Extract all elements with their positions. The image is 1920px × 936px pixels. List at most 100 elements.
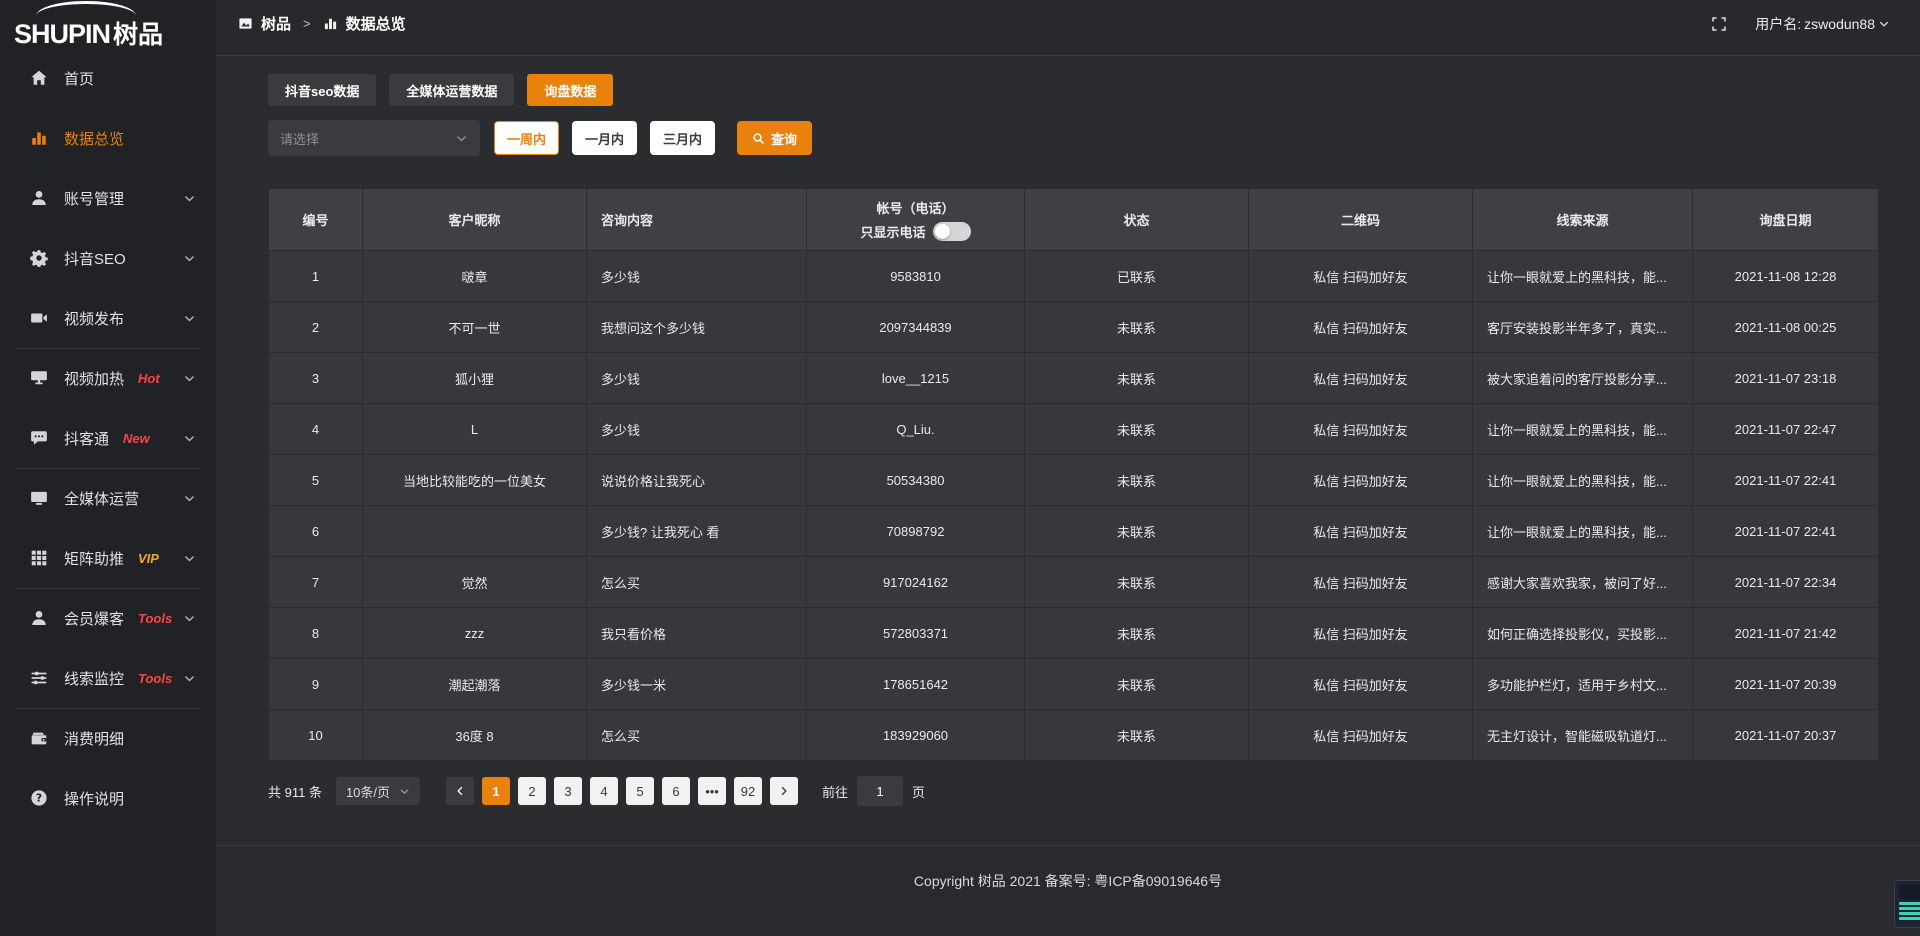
page-button-5[interactable]: 5 xyxy=(626,777,654,805)
search-button[interactable]: 查询 xyxy=(737,121,812,155)
app-root: SHUPIN 树品 首页数据总览账号管理抖音SEO视频发布视频加热Hot抖客通N… xyxy=(0,0,1920,936)
cell-content: 怎么买 xyxy=(587,710,807,761)
chevron-down-icon xyxy=(183,612,196,625)
page-button-92[interactable]: 92 xyxy=(734,777,762,805)
cell-qr-link[interactable]: 私信 扫码加好友 xyxy=(1249,659,1473,710)
cell-qr-link[interactable]: 私信 扫码加好友 xyxy=(1249,251,1473,302)
corner-widget[interactable] xyxy=(1894,880,1920,928)
cell-account: love__1215 xyxy=(807,353,1025,404)
cell-status: 未联系 xyxy=(1025,659,1249,710)
tab-media-ops-data[interactable]: 全媒体运营数据 xyxy=(389,74,514,106)
sidebar-item-label: 视频加热 xyxy=(64,368,124,389)
cell-content: 怎么买 xyxy=(587,557,807,608)
cell-source-link[interactable]: 让你一眼就爱上的黑科技，能... xyxy=(1473,455,1693,506)
sidebar-item-media-ops[interactable]: 全媒体运营 xyxy=(0,468,216,528)
cell-source-link[interactable]: 让你一眼就爱上的黑科技，能... xyxy=(1473,251,1693,302)
cell-content: 说说价格让我死心 xyxy=(587,455,807,506)
table-row: 5当地比较能吃的一位美女说说价格让我死心50534380未联系私信 扫码加好友让… xyxy=(269,455,1879,506)
range-button-month[interactable]: 一月内 xyxy=(572,121,637,155)
fullscreen-icon[interactable] xyxy=(1711,16,1727,32)
sidebar-item-matrix-boost[interactable]: 矩阵助推VIP xyxy=(0,528,216,588)
cell-source-link[interactable]: 无主灯设计，智能磁吸轨道灯... xyxy=(1473,710,1693,761)
range-button-week[interactable]: 一周内 xyxy=(494,121,559,155)
page-button-3[interactable]: 3 xyxy=(554,777,582,805)
table-row: 1啵章多少钱9583810已联系私信 扫码加好友让你一眼就爱上的黑科技，能...… xyxy=(269,251,1879,302)
goto-page: 前往 页 xyxy=(822,776,925,806)
cell-nickname: 啵章 xyxy=(363,251,587,302)
cell-source-link[interactable]: 感谢大家喜欢我家，被问了好... xyxy=(1473,557,1693,608)
sidebar-item-label: 数据总览 xyxy=(64,128,124,149)
username-value: zswodun88 xyxy=(1804,16,1875,32)
cell-id: 8 xyxy=(269,608,363,659)
page-size-select[interactable]: 10条/页 xyxy=(336,777,420,805)
goto-page-input[interactable] xyxy=(857,776,903,806)
cell-account: 9583810 xyxy=(807,251,1025,302)
logo-arc xyxy=(36,1,136,16)
cell-nickname: 不可一世 xyxy=(363,302,587,353)
logo-text-latin: SHUPIN xyxy=(14,21,110,48)
tab-inquiry-data[interactable]: 询盘数据 xyxy=(527,74,613,106)
cell-qr-link[interactable]: 私信 扫码加好友 xyxy=(1249,353,1473,404)
cell-qr-link[interactable]: 私信 扫码加好友 xyxy=(1249,302,1473,353)
sidebar-item-video-heat[interactable]: 视频加热Hot xyxy=(0,348,216,408)
corner-widget-bar xyxy=(1899,917,1920,920)
prev-page-button[interactable] xyxy=(446,777,474,805)
cell-source-link[interactable]: 客厅安装投影半年多了，真实... xyxy=(1473,302,1693,353)
page-ellipsis-button[interactable]: ••• xyxy=(698,777,726,805)
chat-icon xyxy=(30,429,48,447)
next-page-button[interactable] xyxy=(770,777,798,805)
cell-source-link[interactable]: 让你一眼就爱上的黑科技，能... xyxy=(1473,404,1693,455)
cell-account: 183929060 xyxy=(807,710,1025,761)
breadcrumb-home[interactable]: 树品 xyxy=(261,13,291,34)
page-buttons: 123456 ••• 92 xyxy=(482,777,762,805)
tab-douyin-seo-data[interactable]: 抖音seo数据 xyxy=(268,74,376,106)
table-row: 7觉然怎么买917024162未联系私信 扫码加好友感谢大家喜欢我家，被问了好.… xyxy=(269,557,1879,608)
col-phone-title: 帐号（电话） xyxy=(821,198,1010,217)
cell-source-link[interactable]: 多功能护栏灯，适用于乡村文... xyxy=(1473,659,1693,710)
sidebar-item-badge: VIP xyxy=(138,551,159,566)
cell-qr-link[interactable]: 私信 扫码加好友 xyxy=(1249,557,1473,608)
search-icon xyxy=(752,132,765,145)
cell-qr-link[interactable]: 私信 扫码加好友 xyxy=(1249,710,1473,761)
cell-qr-link[interactable]: 私信 扫码加好友 xyxy=(1249,608,1473,659)
chevron-down-icon xyxy=(183,372,196,385)
phone-only-toggle[interactable] xyxy=(933,222,971,241)
page-button-1[interactable]: 1 xyxy=(482,777,510,805)
sidebar-item-home[interactable]: 首页 xyxy=(0,48,216,108)
wallet-icon xyxy=(30,729,48,747)
chart-icon xyxy=(30,129,48,147)
range-button-quarter[interactable]: 三月内 xyxy=(650,121,715,155)
cell-source-link[interactable]: 被大家追着问的客厅投影分享... xyxy=(1473,353,1693,404)
cell-qr-link[interactable]: 私信 扫码加好友 xyxy=(1249,455,1473,506)
sidebar-item-douyin-seo[interactable]: 抖音SEO xyxy=(0,228,216,288)
cell-qr-link[interactable]: 私信 扫码加好友 xyxy=(1249,404,1473,455)
cell-nickname xyxy=(363,506,587,557)
user-menu[interactable]: 用户名: zswodun88 xyxy=(1755,14,1890,34)
cell-status: 未联系 xyxy=(1025,455,1249,506)
corner-widget-screen xyxy=(1899,885,1920,899)
cell-id: 3 xyxy=(269,353,363,404)
sidebar-item-operation-guide[interactable]: ?操作说明 xyxy=(0,768,216,828)
sidebar-item-clue-monitor[interactable]: 线索监控Tools xyxy=(0,648,216,708)
chevron-down-icon xyxy=(183,192,196,205)
sidebar-item-douketong[interactable]: 抖客通New xyxy=(0,408,216,468)
cell-qr-link[interactable]: 私信 扫码加好友 xyxy=(1249,506,1473,557)
sidebar-item-label: 抖客通 xyxy=(64,428,109,449)
table-row: 2不可一世我想问这个多少钱2097344839未联系私信 扫码加好友客厅安装投影… xyxy=(269,302,1879,353)
cell-content: 多少钱一米 xyxy=(587,659,807,710)
filter-select[interactable]: 请选择 xyxy=(268,120,480,156)
main-content: 抖音seo数据全媒体运营数据询盘数据 请选择 一周内一月内三月内 查询 编号 客… xyxy=(216,56,1920,936)
sidebar-item-member-baoke[interactable]: 会员爆客Tools xyxy=(0,588,216,648)
page-button-6[interactable]: 6 xyxy=(662,777,690,805)
cell-source-link[interactable]: 让你一眼就爱上的黑科技，能... xyxy=(1473,506,1693,557)
select-placeholder: 请选择 xyxy=(280,129,319,148)
sidebar-item-consume-detail[interactable]: 消费明细 xyxy=(0,708,216,768)
page-button-2[interactable]: 2 xyxy=(518,777,546,805)
cell-id: 7 xyxy=(269,557,363,608)
sidebar-item-data-overview[interactable]: 数据总览 xyxy=(0,108,216,168)
cell-source-link[interactable]: 如何正确选择投影仪，买投影... xyxy=(1473,608,1693,659)
sidebar-item-account-manage[interactable]: 账号管理 xyxy=(0,168,216,228)
col-phone: 帐号（电话） 只显示电话 xyxy=(807,189,1025,251)
sidebar-item-video-publish[interactable]: 视频发布 xyxy=(0,288,216,348)
page-button-4[interactable]: 4 xyxy=(590,777,618,805)
